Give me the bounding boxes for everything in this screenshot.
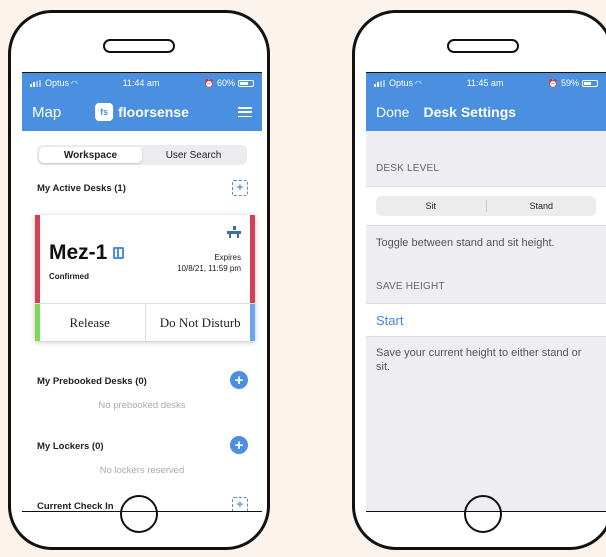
clock: 11:45 am: [466, 78, 504, 88]
wifi-icon: ◠: [415, 78, 422, 88]
active-desks-title: My Active Desks (1): [37, 183, 126, 194]
tab-workspace[interactable]: Workspace: [39, 147, 142, 163]
add-locker-plus-icon[interactable]: +: [230, 436, 248, 454]
home-button[interactable]: [464, 495, 502, 533]
desk-level-label: DESK LEVEL: [376, 163, 440, 174]
signal-icon: [374, 79, 385, 87]
desk-card[interactable]: Mez-1 Confirmed Expires 10/8/21, 11:59 p…: [35, 215, 255, 341]
status-bar-right: [250, 215, 255, 303]
status-bar: Optus ◠ 11:44 am ⏰ 60%: [22, 73, 262, 93]
status-bar-left: [35, 215, 40, 303]
signal-icon: [30, 79, 41, 87]
phone-left: Optus ◠ 11:44 am ⏰ 60% Map fs floorsense: [8, 10, 270, 550]
checkin-add-icon[interactable]: +: [232, 497, 248, 511]
expires-value: 10/8/21, 11:59 pm: [177, 264, 241, 273]
wifi-icon: ◠: [71, 78, 78, 88]
logo-mark: fs: [95, 103, 114, 121]
carrier-label: Optus: [45, 78, 70, 88]
alarm-icon: ⏰: [548, 78, 558, 88]
save-height-label: SAVE HEIGHT: [376, 281, 445, 292]
view-segmented-control: Workspace User Search: [37, 145, 247, 165]
desk-status: Confirmed: [49, 272, 89, 281]
add-desk-icon[interactable]: +: [232, 180, 248, 196]
page-title: Desk Settings: [423, 104, 517, 120]
done-button[interactable]: Done: [376, 104, 409, 120]
clock: 11:44 am: [122, 78, 160, 88]
main-content: Workspace User Search My Active Desks (1…: [22, 131, 262, 512]
prebooked-empty: No prebooked desks: [98, 400, 186, 411]
expires-label: Expires: [214, 253, 241, 262]
nav-bar: Done Desk Settings: [366, 93, 606, 131]
save-height-footer: Save your current height to either stand…: [376, 347, 582, 373]
desk-icon: [227, 226, 241, 238]
carrier-label: Optus: [389, 78, 414, 88]
start-button[interactable]: Start: [366, 303, 606, 337]
home-button[interactable]: [120, 495, 158, 533]
phone-right: Optus ◠ 11:45 am ⏰ 59% Done Desk Setting…: [352, 10, 606, 550]
tab-user-search[interactable]: User Search: [142, 147, 245, 163]
release-button[interactable]: Release: [35, 304, 146, 341]
do-not-disturb-button[interactable]: Do Not Disturb: [146, 304, 256, 341]
desk-level-row: Sit Stand: [366, 186, 606, 226]
prebooked-title: My Prebooked Desks (0): [37, 376, 147, 387]
battery-percent: 60%: [216, 78, 235, 88]
checkin-title: Current Check In: [37, 501, 114, 512]
battery-icon: [238, 79, 254, 87]
app-logo: fs floorsense: [95, 103, 189, 121]
logo-text: floorsense: [118, 104, 189, 120]
speaker: [103, 39, 175, 53]
sit-option[interactable]: Sit: [376, 200, 487, 212]
stand-option[interactable]: Stand: [487, 196, 597, 216]
speaker: [447, 39, 519, 53]
screen-desk-settings: Optus ◠ 11:45 am ⏰ 59% Done Desk Setting…: [366, 72, 606, 512]
screen-floorsense: Optus ◠ 11:44 am ⏰ 60% Map fs floorsense: [22, 72, 262, 512]
desk-name: Mez-1: [49, 241, 125, 265]
alarm-icon: ⏰: [204, 78, 214, 88]
battery-icon: [582, 79, 598, 87]
add-prebooked-plus-icon[interactable]: +: [230, 371, 248, 389]
header: Optus ◠ 11:45 am ⏰ 59% Done Desk Setting…: [366, 73, 606, 131]
card-actions: Release Do Not Disturb: [35, 303, 255, 341]
map-icon[interactable]: [113, 247, 125, 259]
desk-name-text: Mez-1: [49, 241, 108, 264]
lockers-empty: No lockers reserved: [99, 465, 185, 476]
battery-percent: 59%: [560, 78, 579, 88]
status-bar: Optus ◠ 11:45 am ⏰ 59%: [366, 73, 606, 93]
desk-level-footer: Toggle between stand and sit height.: [376, 237, 555, 249]
lockers-title: My Lockers (0): [37, 441, 104, 452]
nav-bar: Map fs floorsense: [22, 93, 262, 131]
desk-level-segmented-control: Sit Stand: [376, 196, 596, 216]
map-button[interactable]: Map: [32, 104, 61, 121]
header: Optus ◠ 11:44 am ⏰ 60% Map fs floorsense: [22, 73, 262, 131]
hamburger-icon[interactable]: [238, 107, 252, 117]
